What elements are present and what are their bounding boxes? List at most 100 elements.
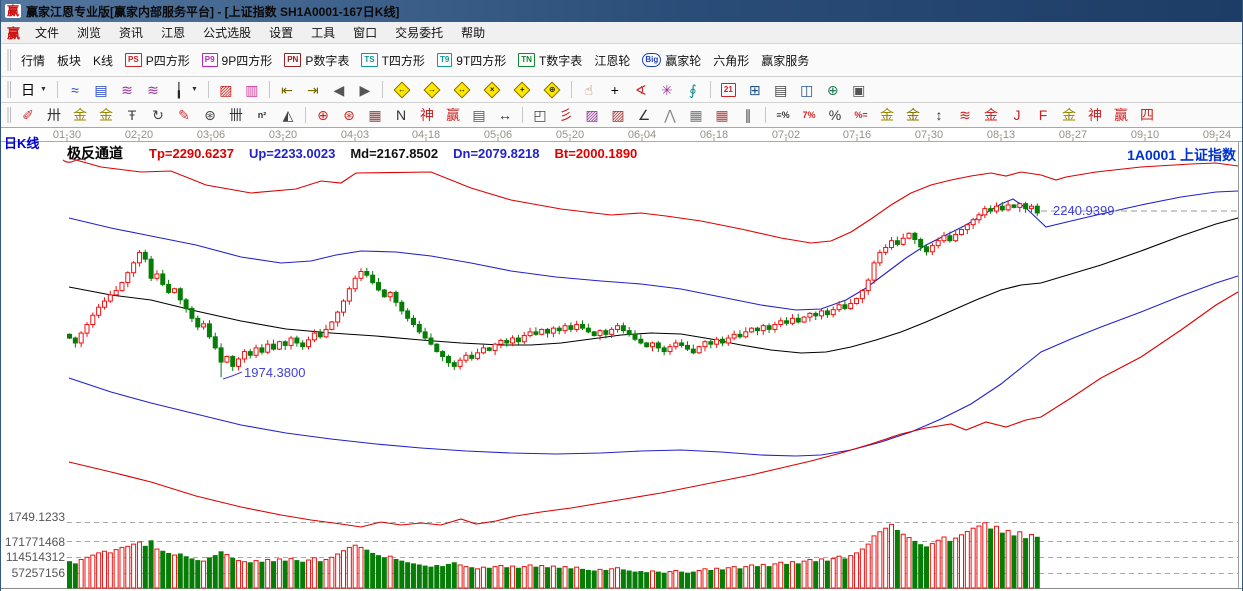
gold-circle-1-button[interactable]: 金 <box>874 105 900 125</box>
trend-wave-button[interactable]: ≈ <box>62 80 88 100</box>
candle-style-button[interactable]: ╽▼ <box>166 80 204 100</box>
zoom-shrink-xy-button[interactable]: × <box>477 81 507 99</box>
go-last-button[interactable]: ⇥ <box>300 80 326 100</box>
wave-3-button[interactable]: ≋ <box>114 80 140 100</box>
time-circle-button[interactable]: ⊛ <box>197 105 223 125</box>
net-box-button[interactable]: ▦ <box>362 105 388 125</box>
wave-band-button[interactable]: ≋ <box>952 105 978 125</box>
time-grid-button[interactable]: 卅 <box>41 105 67 125</box>
wave-9-button[interactable]: ≋ <box>140 80 166 100</box>
quotes-button[interactable]: 行情 <box>15 49 51 72</box>
zoom-cross-button[interactable]: + <box>507 81 537 99</box>
spiral-5-button[interactable]: ↻ <box>145 105 171 125</box>
span-measure-button[interactable]: ↔ <box>492 105 518 125</box>
trend-angle-button[interactable]: ∠ <box>631 105 657 125</box>
n-wave-mark-button[interactable]: N <box>388 105 414 125</box>
percent-button[interactable]: % <box>822 105 848 125</box>
f-angle-button[interactable]: F <box>1030 105 1056 125</box>
fan-box-red-button[interactable]: ▨ <box>605 105 631 125</box>
network-button[interactable]: ⊕ <box>820 80 846 100</box>
time-grid-2-button[interactable]: 卌 <box>223 105 249 125</box>
fan-lines-button[interactable]: 彡 <box>553 105 579 125</box>
menu-资讯[interactable]: 资讯 <box>110 22 152 43</box>
histogram-button[interactable]: ▥ <box>239 80 265 100</box>
kline-chart[interactable]: 2240.93991974.3800 <box>1 128 1243 591</box>
shen-angle-button[interactable]: 神 <box>1082 105 1108 125</box>
gann-wheel-button[interactable]: 江恩轮 <box>588 49 636 72</box>
measure-v-button[interactable]: ↕ <box>926 105 952 125</box>
info-doc-button[interactable]: ▤ <box>88 80 114 100</box>
zigzag-button[interactable]: ⋀ <box>657 105 683 125</box>
notepad-button[interactable]: ▤ <box>768 80 794 100</box>
gold-section-1-button[interactable]: 金 <box>67 105 93 125</box>
menu-设置[interactable]: 设置 <box>260 22 302 43</box>
calculator-button[interactable]: ⊞ <box>742 80 768 100</box>
prev-bar-button[interactable]: ◀ <box>326 80 352 100</box>
parallel-lines-button[interactable]: ∥ <box>735 105 761 125</box>
ying-grid-button[interactable]: 赢 <box>440 105 466 125</box>
n-square-button[interactable]: n² <box>249 105 275 125</box>
p-number-table-button[interactable]: PNP数字表 <box>278 49 355 72</box>
menu-帮助[interactable]: 帮助 <box>452 22 494 43</box>
t9-square-button[interactable]: T99T四方形 <box>431 49 512 72</box>
grid-red-button[interactable]: ▦ <box>709 105 735 125</box>
save-disk-button[interactable]: ◫ <box>794 80 820 100</box>
crosshair-button[interactable]: + <box>602 80 628 100</box>
si-angle-button[interactable]: 四 <box>1134 105 1160 125</box>
gann-net-button[interactable]: ✳ <box>654 80 680 100</box>
gold-angle-button[interactable]: 金 <box>1056 105 1082 125</box>
symbol-label[interactable]: 1A0001 上证指数 <box>1127 145 1236 165</box>
menu-交易委托[interactable]: 交易委托 <box>386 22 452 43</box>
grid-gray-button[interactable]: ▦ <box>683 105 709 125</box>
ying-angle-button[interactable]: 赢 <box>1108 105 1134 125</box>
net-box-icon: ▦ <box>368 108 382 122</box>
hand-drag-button[interactable]: ☝ <box>576 80 602 100</box>
percent-retrace-button[interactable]: 7% <box>796 105 822 125</box>
gold-circle-2-button[interactable]: 金 <box>900 105 926 125</box>
volume-bar <box>785 564 789 588</box>
menu-浏览[interactable]: 浏览 <box>68 22 110 43</box>
scale-list-button[interactable]: ≡% <box>770 105 796 125</box>
period-day-button[interactable]: 日▼ <box>15 80 53 100</box>
hexagon-button[interactable]: 六角形 <box>707 49 755 72</box>
menu-公式选股[interactable]: 公式选股 <box>194 22 260 43</box>
menu-文件[interactable]: 文件 <box>26 22 68 43</box>
computer-button[interactable]: ▣ <box>846 80 872 100</box>
target-cross-button[interactable]: ⊕ <box>310 105 336 125</box>
p9-square-button[interactable]: P99P四方形 <box>196 49 278 72</box>
zoom-shrink-x-button[interactable]: ← <box>387 81 417 99</box>
angle-ruler-button[interactable]: ◭ <box>275 105 301 125</box>
angle-measure-button[interactable]: ∢ <box>628 80 654 100</box>
t-square-button[interactable]: TST四方形 <box>355 49 431 72</box>
menu-江恩[interactable]: 江恩 <box>152 22 194 43</box>
price-frame-button[interactable]: ◰ <box>527 105 553 125</box>
winner-wheel-button[interactable]: Big赢家轮 <box>636 49 707 72</box>
t-number-table-button[interactable]: TNT数字表 <box>512 49 588 72</box>
sectors-button[interactable]: 板块 <box>51 49 87 72</box>
gold-lines-button[interactable]: 金 <box>978 105 1004 125</box>
red-pattern-button[interactable]: ▨ <box>213 80 239 100</box>
spiral-tool-button[interactable]: ∮ <box>680 80 706 100</box>
menu-工具[interactable]: 工具 <box>302 22 344 43</box>
menu-窗口[interactable]: 窗口 <box>344 22 386 43</box>
next-bar-button[interactable]: ▶ <box>352 80 378 100</box>
j-angle-button[interactable]: J <box>1004 105 1030 125</box>
star-circle-button[interactable]: ⊛ <box>336 105 362 125</box>
fibo-grid-button[interactable]: Ŧ <box>119 105 145 125</box>
knife-pen-button[interactable]: ✐ <box>15 105 41 125</box>
draw-pen-button[interactable]: ✎ <box>171 105 197 125</box>
period-label[interactable]: 日K线 <box>4 133 39 152</box>
kline-button[interactable]: K线 <box>87 49 119 72</box>
zoom-expand-xy-button[interactable]: ⊕ <box>537 81 567 99</box>
shen-grid-button[interactable]: 神 <box>414 105 440 125</box>
fan-box-purple-button[interactable]: ▨ <box>579 105 605 125</box>
p-square-button[interactable]: PSP四方形 <box>119 49 196 72</box>
calendar-21-button[interactable]: 21 <box>715 80 742 100</box>
zoom-fit-x-button[interactable]: ↔ <box>447 81 477 99</box>
winner-service-button[interactable]: 赢家服务 <box>755 49 815 72</box>
go-first-button[interactable]: ⇤ <box>274 80 300 100</box>
grid-123-button[interactable]: ▤ <box>466 105 492 125</box>
percent-eq-button[interactable]: %= <box>848 105 874 125</box>
gold-section-2-button[interactable]: 金 <box>93 105 119 125</box>
zoom-expand-x-button[interactable]: → <box>417 81 447 99</box>
